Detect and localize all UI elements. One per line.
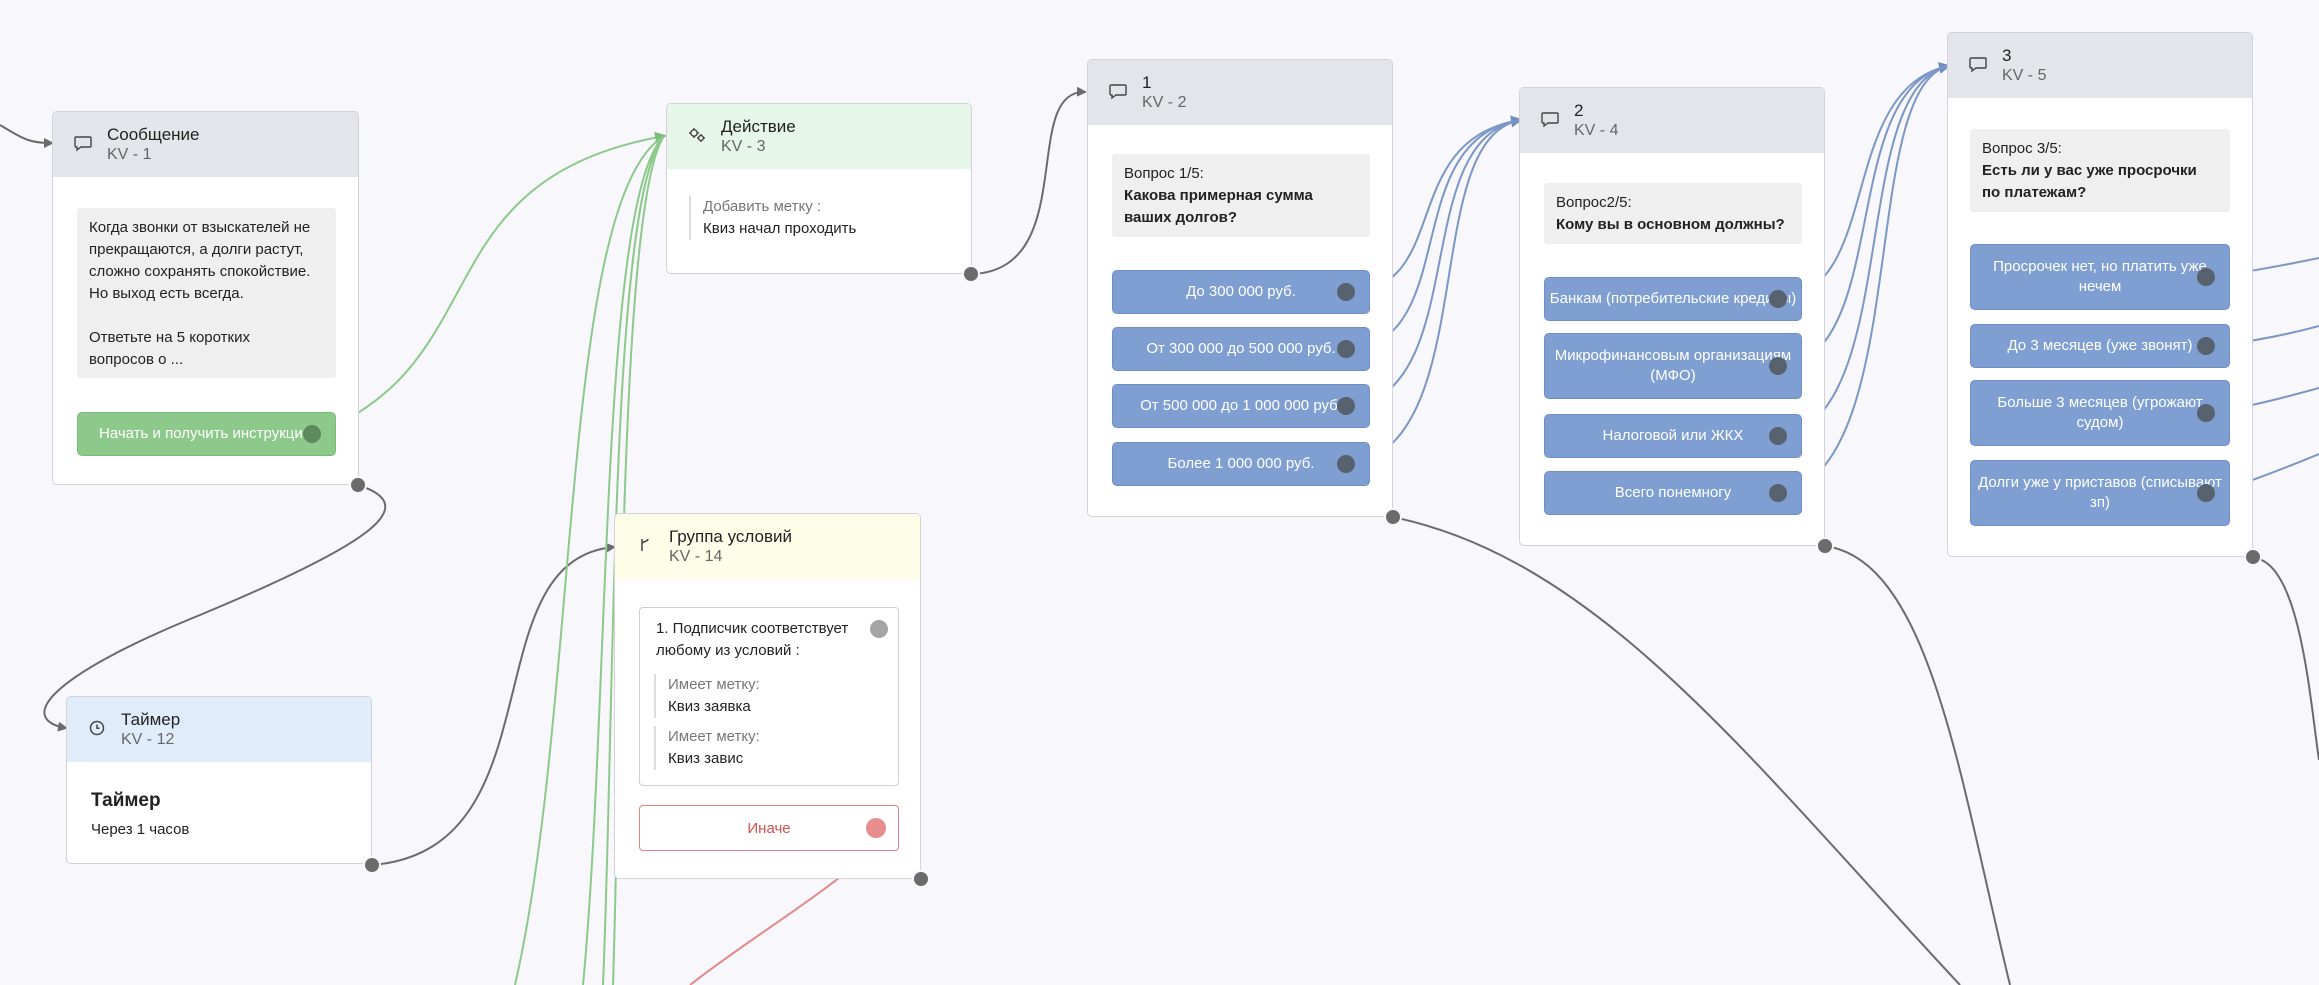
node-title: Сообщение	[107, 125, 200, 144]
answer-button[interactable]: Более 1 000 000 руб.	[1112, 442, 1370, 486]
node-title: 1	[1142, 73, 1152, 92]
node-message[interactable]: Сообщение KV - 1 Когда звонки от взыскат…	[52, 111, 359, 485]
answer-button[interactable]: Всего понемногу	[1544, 471, 1802, 515]
action-output-port[interactable]	[962, 265, 980, 283]
timer-delay: Через 1 часов	[91, 821, 190, 838]
node-action[interactable]: Действие KV - 3 Добавить метку : Квиз на…	[666, 103, 972, 274]
answer-port[interactable]	[1769, 484, 1787, 502]
node-id: KV - 12	[121, 731, 175, 748]
node-conditions[interactable]: Группа условий KV - 14 1. Подписчик соот…	[614, 513, 921, 879]
message-text: Когда звонки от взыскателей не прекращаю…	[77, 208, 336, 378]
chat-bubble-icon	[74, 136, 92, 152]
edge-q3-next	[2252, 557, 2319, 761]
edge-message-button-to-action	[317, 131, 667, 434]
node-id: KV - 5	[2002, 67, 2047, 84]
edge-message-to-timer	[43, 484, 387, 732]
condition-rule: Имеет метку: Квиз заявка	[654, 674, 760, 718]
node-timer[interactable]: Таймер KV - 12 Таймер Через 1 часов	[66, 696, 372, 864]
chat-bubble-icon	[1541, 112, 1559, 128]
message-output-port[interactable]	[349, 476, 367, 494]
chat-bubble-icon	[1969, 57, 1987, 73]
node-question-3-header[interactable]: 3 KV - 5	[1948, 33, 2252, 98]
node-id: KV - 4	[1574, 122, 1619, 139]
answer-port[interactable]	[1337, 340, 1355, 358]
answer-button[interactable]: Микрофинансовым организациям (МФО)	[1544, 333, 1802, 399]
answer-button[interactable]: До 3 месяцев (уже звонят)	[1970, 324, 2230, 368]
node-question-2-header[interactable]: 2 KV - 4	[1520, 88, 1824, 153]
edge-timer-to-conditions	[371, 542, 616, 866]
node-title: Группа условий	[669, 527, 793, 546]
answer-port[interactable]	[2197, 337, 2215, 355]
add-tag-rule: Добавить метку : Квиз начал проходить	[689, 196, 856, 240]
condition-title: 1. Подписчик соответствует любому из усл…	[656, 620, 849, 659]
node-id: KV - 2	[1142, 94, 1187, 111]
answer-port[interactable]	[2197, 404, 2215, 422]
clock-icon	[89, 720, 105, 736]
question-2-output-port[interactable]	[1816, 537, 1834, 555]
answer-button[interactable]: От 500 000 до 1 000 000 руб.	[1112, 384, 1370, 428]
answer-button[interactable]: До 300 000 руб.	[1112, 270, 1370, 314]
answer-button[interactable]: Банкам (потребительские кредиты)	[1544, 277, 1802, 321]
node-id: KV - 14	[669, 548, 723, 565]
question-text: Вопрос 3/5: Есть ли у вас уже просрочки …	[1970, 129, 2230, 212]
button-port[interactable]	[303, 425, 321, 443]
node-id: KV - 1	[107, 146, 152, 163]
answer-port[interactable]	[1337, 283, 1355, 301]
chat-bubble-icon	[1109, 84, 1127, 100]
else-button[interactable]: Иначе	[639, 805, 899, 851]
node-title: 3	[2002, 46, 2012, 65]
edge-q1-next	[1392, 516, 1961, 985]
node-title: 2	[1574, 101, 1584, 120]
edge-action-to-q1	[971, 86, 1087, 275]
edge-q2-next	[1824, 545, 2011, 985]
answer-port[interactable]	[1337, 397, 1355, 415]
edge-entry-to-message	[0, 124, 54, 148]
condition-block[interactable]: 1. Подписчик соответствует любому из усл…	[639, 607, 899, 786]
else-port[interactable]	[866, 818, 886, 838]
condition-port[interactable]	[870, 620, 888, 638]
node-message-header[interactable]: Сообщение KV - 1	[53, 112, 358, 177]
answer-button[interactable]: Долги уже у приставов (списывают зп)	[1970, 460, 2230, 526]
answer-port[interactable]	[2197, 268, 2215, 286]
gears-icon	[689, 128, 705, 142]
answer-button[interactable]: Налоговой или ЖКХ	[1544, 414, 1802, 458]
question-1-output-port[interactable]	[1384, 508, 1402, 526]
start-button[interactable]: Начать и получить инструкцию	[77, 412, 336, 456]
question-text: Вопрос2/5: Кому вы в основном должны?	[1544, 183, 1802, 244]
answer-button[interactable]: От 300 000 до 500 000 руб.	[1112, 327, 1370, 371]
node-action-header[interactable]: Действие KV - 3	[667, 104, 971, 169]
answer-button[interactable]: Больше 3 месяцев (угрожают судом)	[1970, 380, 2230, 446]
node-question-2[interactable]: 2 KV - 4 Вопрос2/5: Кому вы в основном д…	[1519, 87, 1825, 546]
node-id: KV - 3	[721, 138, 766, 155]
answer-button[interactable]: Просрочек нет, но платить уже нечем	[1970, 244, 2230, 310]
timer-heading: Таймер	[91, 790, 161, 811]
answer-port[interactable]	[1769, 357, 1787, 375]
answer-port[interactable]	[1769, 427, 1787, 445]
question-text: Вопрос 1/5: Какова примерная сумма ваших…	[1112, 154, 1370, 237]
condition-rule: Имеет метку: Квиз завис	[654, 726, 760, 770]
timer-output-port[interactable]	[363, 856, 381, 874]
conditions-output-port[interactable]	[912, 870, 930, 888]
node-question-1-header[interactable]: 1 KV - 2	[1088, 60, 1392, 125]
branch-icon	[641, 538, 649, 551]
node-title: Действие	[721, 117, 796, 136]
node-conditions-header[interactable]: Группа условий KV - 14	[615, 514, 920, 579]
answer-port[interactable]	[2197, 484, 2215, 502]
answer-port[interactable]	[1337, 455, 1355, 473]
question-3-output-port[interactable]	[2244, 548, 2262, 566]
node-title: Таймер	[121, 710, 181, 729]
node-question-1[interactable]: 1 KV - 2 Вопрос 1/5: Какова примерная су…	[1087, 59, 1393, 517]
node-question-3[interactable]: 3 KV - 5 Вопрос 3/5: Есть ли у вас уже п…	[1947, 32, 2253, 557]
node-timer-header[interactable]: Таймер KV - 12	[67, 697, 371, 762]
answer-port[interactable]	[1769, 290, 1787, 308]
